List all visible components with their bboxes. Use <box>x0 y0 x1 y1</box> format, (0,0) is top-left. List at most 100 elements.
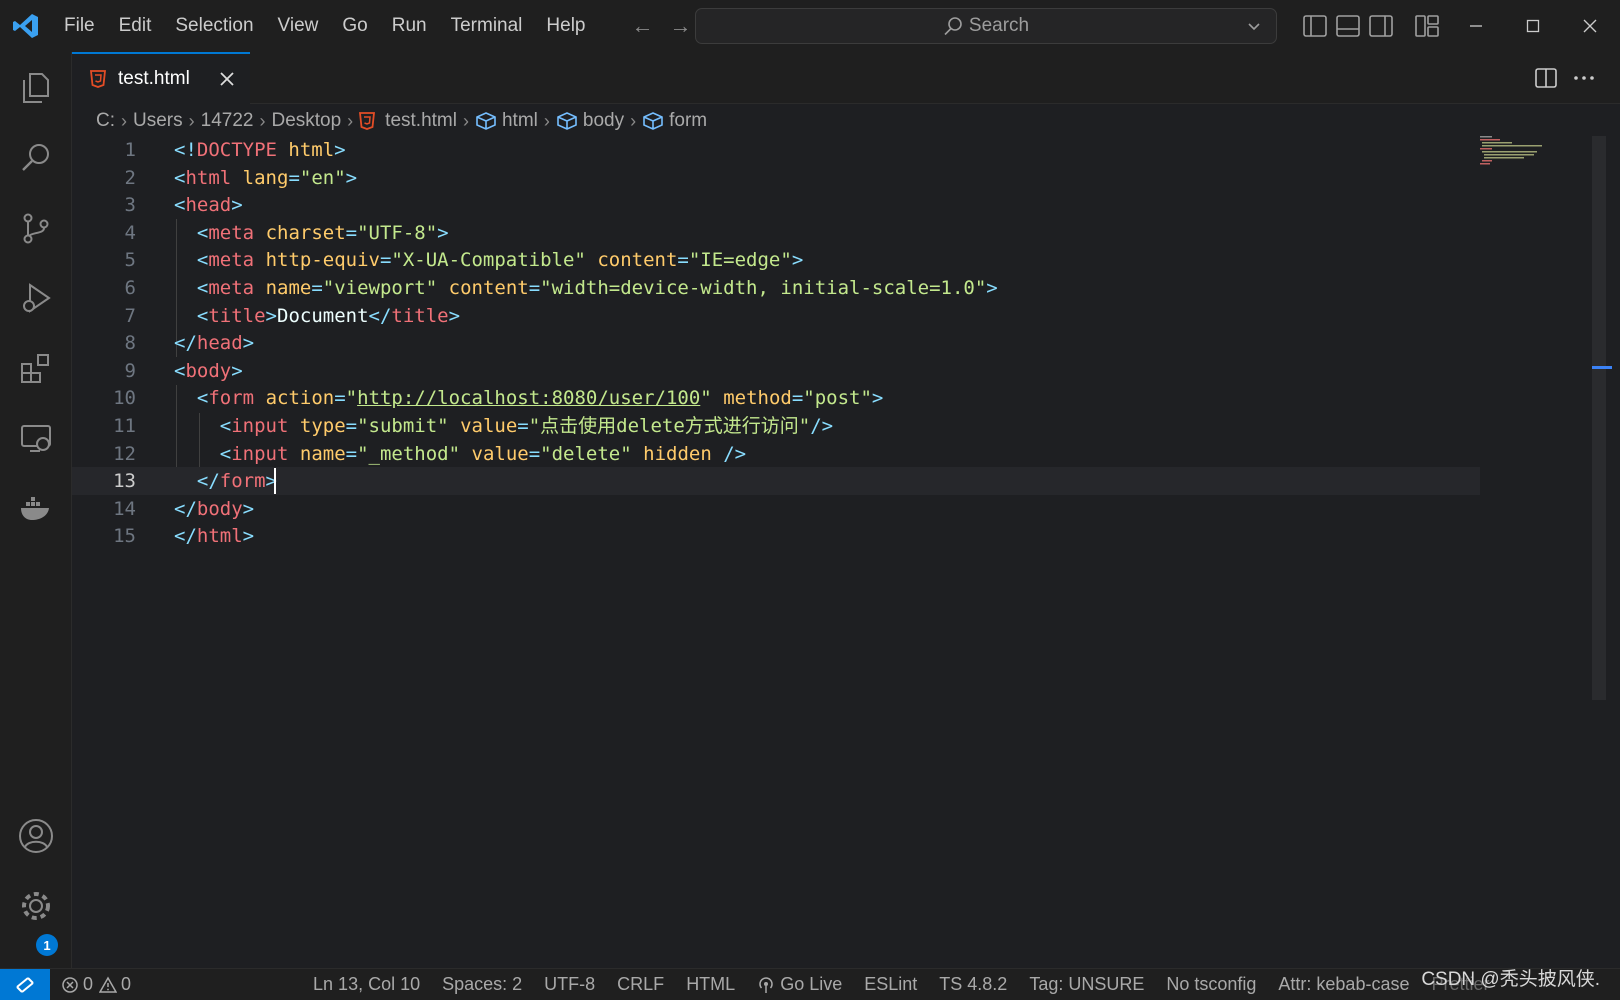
breadcrumb-drive[interactable]: C: <box>96 110 115 132</box>
code-line[interactable]: 3 <head> <box>72 191 1480 219</box>
eslint-status[interactable]: ESLint <box>853 974 928 995</box>
tag-casing[interactable]: Tag: UNSURE <box>1018 974 1155 995</box>
toggle-secondary-sidebar-icon[interactable] <box>1368 13 1394 39</box>
code-token: "X-UA-Compatible" <box>391 249 586 272</box>
menu-go[interactable]: Go <box>330 0 379 52</box>
indentation[interactable]: Spaces: 2 <box>431 974 533 995</box>
line-number: 1 <box>124 139 136 161</box>
chevron-right-icon: › <box>462 110 469 131</box>
explorer-icon[interactable] <box>14 66 58 110</box>
breadcrumb-users[interactable]: Users <box>133 110 183 132</box>
line-number: 2 <box>124 166 136 189</box>
encoding[interactable]: UTF-8 <box>533 974 606 995</box>
code-token: DOCTYPE <box>196 139 277 161</box>
close-icon[interactable] <box>216 68 238 90</box>
code-editor[interactable]: 1 <!DOCTYPE html> 2 <html lang="en"> 3 <… <box>72 136 1600 968</box>
search-icon[interactable] <box>14 136 58 180</box>
code-token: lang <box>242 166 289 189</box>
typescript-version[interactable]: TS 4.8.2 <box>928 974 1018 995</box>
chevron-down-icon[interactable] <box>1244 16 1264 36</box>
tsconfig-status[interactable]: No tsconfig <box>1155 974 1267 995</box>
menu-terminal[interactable]: Terminal <box>439 0 535 52</box>
breadcrumb-file[interactable]: test.html <box>359 110 457 132</box>
forward-arrow-icon[interactable]: → <box>662 13 700 39</box>
code-token: name <box>299 442 346 465</box>
vscode-logo-icon <box>0 0 52 52</box>
breadcrumb-symbol-label: body <box>582 110 625 131</box>
code-token: hidden <box>643 442 712 465</box>
settings-gear-icon[interactable] <box>14 884 58 928</box>
command-center-search[interactable]: Search <box>695 8 1277 44</box>
breadcrumb-user-folder[interactable]: 14722 <box>201 110 254 132</box>
code-token: input <box>231 415 289 437</box>
code-link[interactable]: http://localhost:8080/user/100 <box>357 387 700 409</box>
docker-icon[interactable] <box>14 486 58 530</box>
line-number: 9 <box>124 359 136 382</box>
code-line[interactable]: 12 <input name="_method" value="delete" … <box>72 440 1480 468</box>
code-token: head <box>185 194 232 217</box>
code-token: title <box>391 304 449 327</box>
code-line[interactable]: 2 <html lang="en"> <box>72 164 1480 192</box>
code-line[interactable]: 7 <title>Document</title> <box>72 302 1480 330</box>
attr-casing[interactable]: Attr: kebab-case <box>1267 974 1420 995</box>
code-token: value <box>471 442 529 465</box>
code-line[interactable]: 1 <!DOCTYPE html> <box>72 136 1480 164</box>
remote-explorer-icon[interactable] <box>14 416 58 460</box>
maximize-button[interactable] <box>1505 0 1561 52</box>
menu-file[interactable]: File <box>52 0 107 52</box>
breadcrumb-desktop[interactable]: Desktop <box>271 110 341 132</box>
code-token: action <box>265 387 335 410</box>
remote-indicator-button[interactable] <box>0 968 50 1000</box>
extensions-icon[interactable] <box>14 346 58 390</box>
breadcrumb-symbol-html[interactable]: html <box>475 110 538 132</box>
code-line[interactable]: 6 <meta name="viewport" content="width=d… <box>72 274 1480 302</box>
run-debug-icon[interactable] <box>14 276 58 320</box>
code-line[interactable]: 10 <form action="http://localhost:8080/u… <box>72 384 1480 412</box>
line-number: 8 <box>124 332 136 355</box>
menu-run[interactable]: Run <box>380 0 439 52</box>
problems-indicator[interactable]: 0 0 <box>50 974 142 995</box>
go-live-button[interactable]: Go Live <box>746 974 853 995</box>
code-line-current[interactable]: 13 </form> <box>72 467 1480 496</box>
line-ending[interactable]: CRLF <box>606 974 675 995</box>
vertical-scrollbar[interactable] <box>1592 136 1606 700</box>
code-token: "IE=edge" <box>688 249 792 272</box>
chevron-right-icon: › <box>188 110 195 131</box>
code-token: form <box>219 470 266 493</box>
language-mode[interactable]: HTML <box>675 974 746 995</box>
menu-help[interactable]: Help <box>534 0 597 52</box>
menu-selection[interactable]: Selection <box>163 0 265 52</box>
split-editor-icon[interactable] <box>1534 66 1558 90</box>
line-number: 5 <box>124 249 136 272</box>
code-line[interactable]: 14 </body> <box>72 495 1480 523</box>
close-window-button[interactable] <box>1562 0 1618 52</box>
breadcrumb-symbol-body[interactable]: body <box>556 110 624 132</box>
menu-bar: File Edit Selection View Go Run Terminal… <box>52 0 700 52</box>
cursor-position[interactable]: Ln 13, Col 10 <box>302 974 431 995</box>
minimize-button[interactable] <box>1448 0 1504 52</box>
code-line[interactable]: 11 <input type="submit" value="点击使用delet… <box>72 412 1480 440</box>
accounts-icon[interactable] <box>14 814 58 858</box>
tab-test-html[interactable]: test.html <box>72 52 250 104</box>
line-number: 7 <box>124 304 136 327</box>
toggle-primary-sidebar-icon[interactable] <box>1302 13 1328 39</box>
menu-edit[interactable]: Edit <box>107 0 164 52</box>
toggle-panel-icon[interactable] <box>1335 13 1361 39</box>
code-line[interactable]: 9 <body> <box>72 357 1480 385</box>
activity-bar: 1 <box>0 52 72 968</box>
code-line[interactable]: 15 </html> <box>72 522 1480 550</box>
code-token: meta <box>208 221 255 244</box>
code-line[interactable]: 4 <meta charset="UTF-8"> <box>72 219 1480 247</box>
menu-view[interactable]: View <box>266 0 331 52</box>
code-line[interactable]: 8 </head> <box>72 329 1480 357</box>
back-arrow-icon[interactable]: ← <box>624 13 662 39</box>
more-actions-icon[interactable] <box>1572 66 1596 90</box>
minimap[interactable] <box>1480 136 1560 166</box>
code-line[interactable]: 5 <meta http-equiv="X-UA-Compatible" con… <box>72 246 1480 274</box>
source-control-icon[interactable] <box>14 206 58 250</box>
code-token: value <box>460 415 518 437</box>
code-token: "_method" <box>357 442 461 465</box>
breadcrumb-symbol-form[interactable]: form <box>642 110 707 132</box>
line-number: 10 <box>113 387 136 410</box>
customize-layout-icon[interactable] <box>1414 13 1440 39</box>
